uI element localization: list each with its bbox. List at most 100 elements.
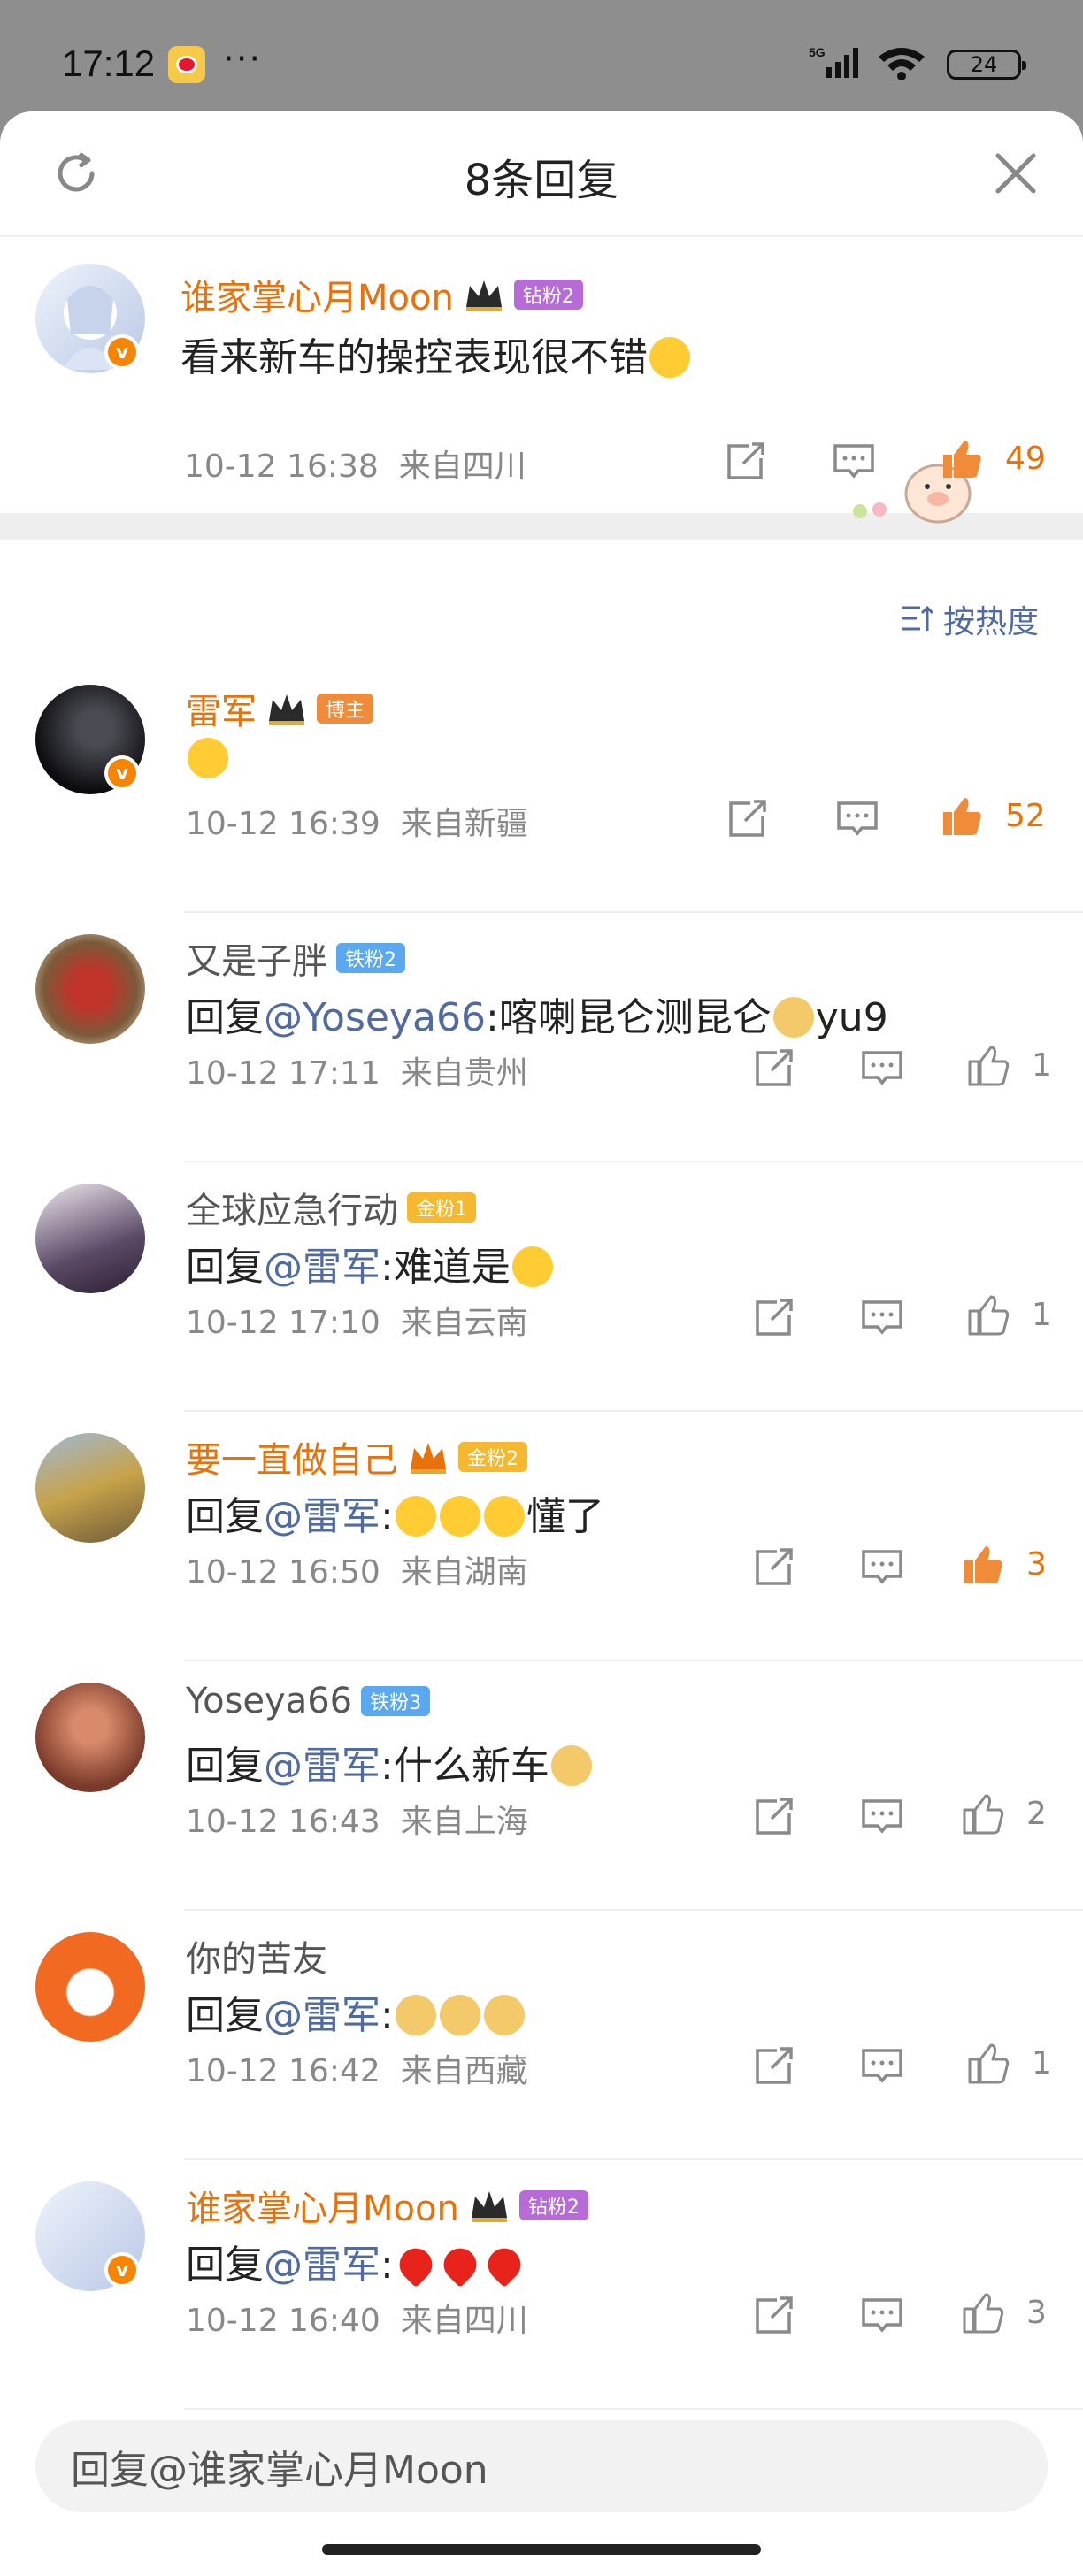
fan-badge[interactable]: 铁粉3 [361, 1686, 431, 1716]
comment-meta: 10-12 17:11 来自贵州 [186, 1047, 528, 1093]
like-icon[interactable] [961, 1792, 1005, 1836]
author-name[interactable]: 谁家掌心月Moon [186, 2180, 459, 2231]
share-icon[interactable] [752, 1545, 796, 1589]
comment-location: 来自湖南 [400, 1554, 528, 1591]
reply-prefix: 回复 [186, 1744, 264, 1789]
share-icon[interactable] [726, 796, 770, 840]
verified-badge: v [104, 2252, 140, 2288]
heart-emoji-icon [392, 2241, 439, 2288]
verified-badge: v [104, 755, 140, 791]
like-icon[interactable] [961, 2291, 1005, 2335]
doge-emoji-icon [772, 997, 814, 1038]
share-icon[interactable] [752, 1046, 796, 1090]
comment-body: :难道是 [380, 1245, 511, 1290]
comment-text: 看来新车的操控表现很不错 [180, 326, 692, 382]
comment-meta: 10-12 17:10 来自云南 [186, 1297, 528, 1343]
comment-author[interactable]: 你的苦友 [186, 1930, 327, 1982]
heart-emoji-icon [436, 2241, 483, 2288]
comment-meta: 10-12 16:39 来自新疆 [186, 798, 528, 844]
notification-more: ··· [223, 39, 263, 80]
comment-author[interactable]: 要一直做自己 金粉2 [186, 1431, 527, 1483]
fan-badge[interactable]: 钻粉2 [513, 280, 583, 310]
comment-icon[interactable] [860, 1046, 904, 1090]
comment-author[interactable]: 雷军 博主 [186, 683, 374, 734]
author-name[interactable]: 雷军 [186, 683, 257, 734]
mention-link[interactable]: @雷军 [264, 1993, 380, 2038]
share-icon[interactable] [752, 1794, 796, 1838]
author-name[interactable]: 你的苦友 [186, 1930, 327, 1982]
share-icon[interactable] [752, 2043, 796, 2088]
reply-prefix: 回复 [186, 995, 264, 1040]
author-name[interactable]: 全球应急行动 [186, 1182, 398, 1233]
comment-author[interactable]: 谁家掌心月Moon 钻粉2 [186, 2180, 588, 2231]
author-name[interactable]: Yoseya66 [186, 1681, 352, 1721]
comment-icon[interactable] [835, 796, 879, 840]
status-time: 17:12 [62, 42, 156, 84]
avatar[interactable] [35, 1184, 145, 1293]
comment-text: 回复@雷军:什么新车 [186, 1734, 594, 1790]
mention-link[interactable]: @雷军 [264, 1494, 380, 1539]
fan-badge[interactable]: 金粉2 [458, 1442, 527, 1472]
doge-emoji-icon [439, 1995, 480, 2036]
author-name[interactable]: 又是子胖 [186, 932, 327, 984]
comment-author[interactable]: Yoseya66 铁粉3 [186, 1681, 431, 1721]
crown-icon [471, 2191, 507, 2222]
home-indicator[interactable] [322, 2544, 761, 2555]
reply-prefix: 回复 [186, 1993, 264, 2038]
like-icon[interactable] [966, 2042, 1010, 2086]
comment-body: :喀喇昆仑测昆仑 [485, 995, 772, 1040]
mention-link[interactable]: @Yoseya66 [264, 995, 486, 1040]
comment-location: 来自西藏 [400, 2053, 528, 2089]
share-icon[interactable] [752, 1295, 796, 1339]
comment-location: 来自上海 [400, 1804, 528, 1840]
fan-badge[interactable]: 博主 [317, 694, 374, 724]
doge-emoji-icon [550, 1745, 592, 1786]
author-name[interactable]: 要一直做自己 [186, 1431, 398, 1483]
like-icon[interactable] [966, 1044, 1010, 1088]
avatar[interactable] [35, 1683, 145, 1792]
share-icon[interactable] [752, 2293, 796, 2337]
fan-badge[interactable]: 钻粉2 [518, 2190, 588, 2220]
comment-author[interactable]: 谁家掌心月Moon 钻粉2 [180, 269, 583, 320]
sort-label: 按热度 [942, 604, 1039, 640]
sort-button[interactable]: 按热度 [901, 596, 1039, 642]
mention-link[interactable]: @雷军 [264, 1744, 380, 1789]
comment-icon[interactable] [860, 1545, 904, 1589]
comment-icon[interactable] [832, 439, 876, 483]
mention-link[interactable]: @雷军 [264, 1245, 380, 1290]
like-count: 1 [1032, 2045, 1052, 2082]
like-icon-active[interactable] [961, 1543, 1005, 1587]
battery-level: 24 [970, 52, 998, 77]
comment-location: 来自贵州 [400, 1055, 528, 1092]
comment-icon[interactable] [860, 2293, 904, 2337]
avatar[interactable] [35, 1433, 145, 1543]
author-name[interactable]: 谁家掌心月Moon [180, 269, 454, 320]
heart-emoji-icon [480, 2241, 527, 2288]
comment-icon[interactable] [860, 1794, 904, 1838]
like-icon[interactable] [966, 1293, 1010, 1338]
replies-sheet: 8条回复 v 谁家掌心月Moon 钻粉2 看来新车的操控表现很不错 10-12 … [0, 111, 1083, 2576]
sheet-header: 8条回复 [0, 111, 1083, 237]
comment-icon[interactable] [860, 2043, 904, 2088]
fan-badge[interactable]: 铁粉2 [336, 943, 405, 973]
comment-body: : [380, 2242, 394, 2288]
like-count: 2 [1026, 1796, 1047, 1832]
like-icon-active[interactable] [940, 794, 984, 839]
reply-prefix: 回复 [186, 1494, 264, 1539]
close-icon[interactable] [991, 149, 1041, 198]
avatar[interactable] [35, 934, 145, 1044]
comment-time: 10-12 17:10 [186, 1305, 380, 1341]
mention-link[interactable]: @雷军 [264, 2242, 380, 2288]
share-icon[interactable] [724, 439, 768, 483]
comment-time: 10-12 16:43 [186, 1804, 380, 1840]
comment-icon[interactable] [860, 1295, 904, 1339]
reply-item: v 谁家掌心月Moon 钻粉2 回复@雷军: 10-12 16:40 来自四川 3 [0, 2160, 1083, 2410]
avatar[interactable] [35, 1932, 145, 2042]
comment-author[interactable]: 全球应急行动 金粉1 [186, 1182, 476, 1233]
comment-author[interactable]: 又是子胖 铁粉2 [186, 932, 405, 984]
like-icon-active[interactable] [940, 437, 984, 481]
fan-badge[interactable]: 金粉1 [407, 1192, 476, 1223]
thinking-emoji-icon [395, 1496, 436, 1537]
like-count: 1 [1032, 1297, 1052, 1333]
reply-input[interactable]: 回复@谁家掌心月Moon [35, 2420, 1048, 2512]
